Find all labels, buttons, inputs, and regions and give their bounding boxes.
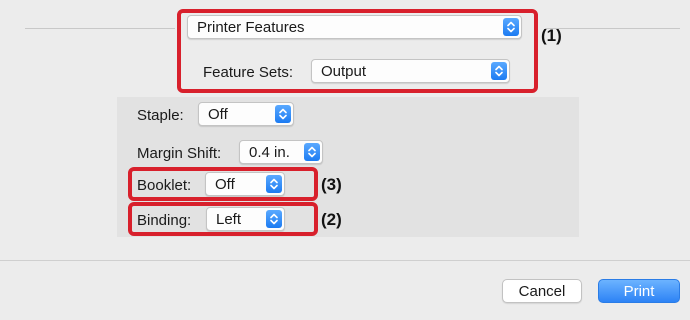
divider-bottom	[0, 260, 690, 261]
print-dialog: Printer Features Feature Sets: Output St…	[0, 0, 690, 320]
callout-3: (3)	[321, 175, 342, 194]
up-down-chevron-icon	[304, 143, 320, 161]
highlight-box-3	[128, 167, 318, 201]
margin-shift-label: Margin Shift:	[137, 145, 222, 162]
print-button[interactable]: Print	[598, 279, 680, 303]
callout-1: (1)	[541, 26, 562, 45]
highlight-box-2	[128, 202, 318, 236]
staple-popup[interactable]: Off	[198, 102, 294, 126]
cancel-button[interactable]: Cancel	[502, 279, 582, 303]
highlight-box-1	[177, 9, 538, 93]
staple-label: Staple:	[137, 107, 184, 124]
margin-shift-popup[interactable]: 0.4 in.	[239, 140, 323, 164]
divider-right	[545, 28, 680, 29]
callout-2: (2)	[321, 210, 342, 229]
divider-left	[25, 28, 175, 29]
up-down-chevron-icon	[275, 105, 291, 123]
